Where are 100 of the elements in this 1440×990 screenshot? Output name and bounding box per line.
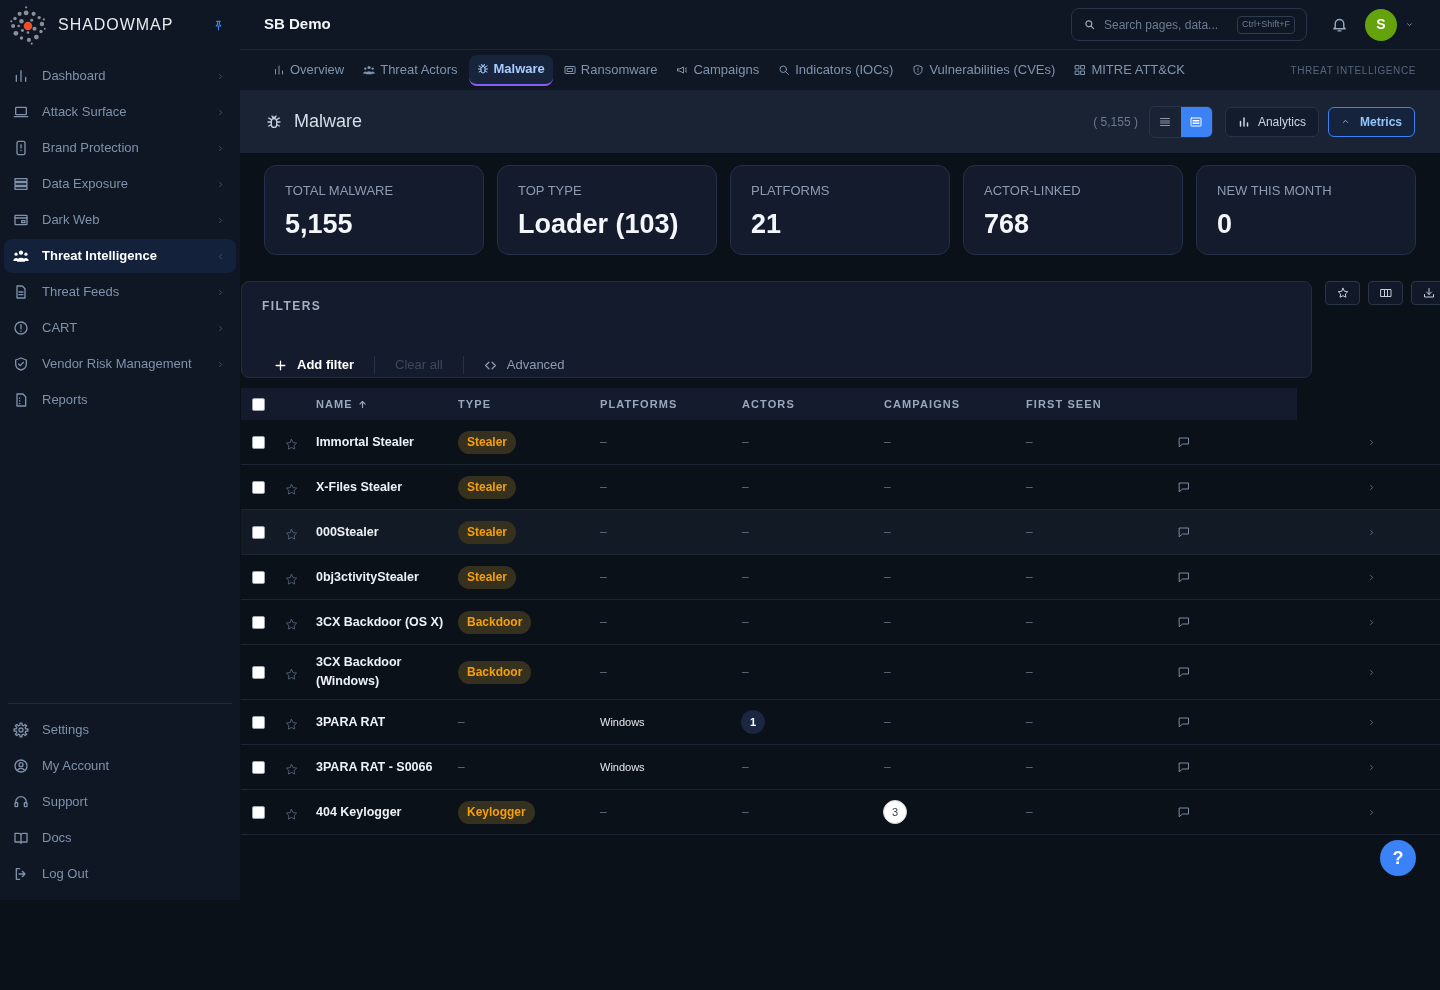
- star-icon[interactable]: [285, 808, 298, 821]
- row-checkbox[interactable]: [252, 665, 265, 679]
- book-icon: [13, 830, 29, 846]
- comment-icon[interactable]: [1178, 666, 1190, 678]
- type-badge: Keylogger: [458, 800, 535, 824]
- sidebar-item[interactable]: CART: [4, 311, 236, 345]
- row-checkbox[interactable]: [252, 525, 265, 539]
- sidebar-link[interactable]: Docs: [4, 821, 236, 855]
- chevron-right-icon[interactable]: [1368, 437, 1375, 447]
- row-checkbox[interactable]: [252, 615, 265, 629]
- card-view-button[interactable]: [1180, 106, 1212, 137]
- malware-name: 000Stealer: [316, 523, 380, 541]
- empty-value: –: [1026, 804, 1033, 821]
- sidebar-item[interactable]: Dashboard: [4, 59, 236, 93]
- empty-value: –: [1026, 434, 1033, 451]
- chevron-right-icon[interactable]: [1368, 717, 1375, 727]
- chevron-right-icon[interactable]: [1368, 807, 1375, 817]
- column-header[interactable]: PLATFORMS: [600, 395, 678, 413]
- help-button[interactable]: ?: [1380, 840, 1416, 876]
- advanced-button[interactable]: Advanced: [471, 352, 577, 378]
- row-checkbox[interactable]: [252, 715, 265, 729]
- star-icon[interactable]: [285, 438, 298, 451]
- chevron-down-icon[interactable]: [1405, 21, 1414, 28]
- sidebar-item[interactable]: Brand Protection: [4, 131, 236, 165]
- chevron-right-icon[interactable]: [1368, 667, 1375, 677]
- favorites-button[interactable]: [1325, 281, 1360, 305]
- type-badge: Stealer: [458, 475, 517, 499]
- comment-icon[interactable]: [1178, 616, 1190, 628]
- select-all-checkbox[interactable]: [252, 397, 265, 411]
- add-filter-button[interactable]: Add filter: [262, 352, 367, 378]
- star-icon[interactable]: [285, 573, 298, 586]
- comment-icon[interactable]: [1178, 481, 1190, 493]
- column-header[interactable]: CAMPAIGNS: [884, 395, 961, 413]
- star-icon[interactable]: [285, 483, 298, 496]
- chevron-right-icon[interactable]: [1368, 482, 1375, 492]
- sidebar-item[interactable]: Vendor Risk Management: [4, 347, 236, 381]
- empty-value: –: [1026, 569, 1033, 586]
- avatar[interactable]: S: [1365, 8, 1397, 41]
- column-header[interactable]: FIRST SEEN: [1026, 395, 1102, 413]
- sidebar-item[interactable]: Dark Web: [4, 203, 236, 237]
- comment-icon[interactable]: [1178, 571, 1190, 583]
- comment-icon[interactable]: [1178, 436, 1190, 448]
- sidebar-link[interactable]: My Account: [4, 749, 236, 783]
- star-icon[interactable]: [285, 718, 298, 731]
- shield-check-icon: [13, 356, 29, 372]
- sidebar-item[interactable]: Data Exposure: [4, 167, 236, 201]
- chevron-right-icon[interactable]: [1368, 617, 1375, 627]
- tab[interactable]: Malware: [468, 54, 553, 86]
- laptop-icon: [13, 104, 29, 120]
- analytics-button[interactable]: Analytics: [1224, 106, 1319, 137]
- sidebar-link[interactable]: Settings: [4, 713, 236, 747]
- export-button[interactable]: [1411, 281, 1440, 305]
- empty-value: –: [1026, 714, 1033, 731]
- column-header[interactable]: TYPE: [458, 395, 492, 413]
- sidebar-item[interactable]: Threat Intelligence: [4, 239, 236, 273]
- sidebar-item[interactable]: Attack Surface: [4, 95, 236, 129]
- star-icon[interactable]: [285, 668, 298, 681]
- empty-value: –: [600, 434, 607, 451]
- column-header[interactable]: NAME: [316, 395, 367, 413]
- metrics-button[interactable]: Metrics: [1327, 106, 1415, 137]
- sidebar-link[interactable]: Log Out: [4, 857, 236, 891]
- star-icon[interactable]: [285, 763, 298, 776]
- chevron-right-icon[interactable]: [1368, 572, 1375, 582]
- star-icon[interactable]: [285, 618, 298, 631]
- columns-button[interactable]: [1368, 281, 1403, 305]
- sidebar-item[interactable]: Threat Feeds: [4, 275, 236, 309]
- malware-name: 404 Keylogger: [316, 803, 403, 821]
- browser-window-icon: [13, 212, 29, 228]
- comment-icon[interactable]: [1178, 761, 1190, 773]
- comment-icon[interactable]: [1178, 716, 1190, 728]
- empty-value: –: [884, 569, 891, 586]
- sidebar-item[interactable]: Reports: [4, 383, 236, 417]
- brand-name: SHADOWMAP: [58, 15, 174, 35]
- row-checkbox[interactable]: [252, 480, 265, 494]
- row-checkbox[interactable]: [252, 570, 265, 584]
- row-checkbox[interactable]: [252, 760, 265, 774]
- tab[interactable]: Campaigns: [668, 54, 768, 86]
- comment-icon[interactable]: [1178, 526, 1190, 538]
- row-checkbox[interactable]: [252, 805, 265, 819]
- bar-chart-icon: [1237, 115, 1250, 128]
- sidebar-link[interactable]: Support: [4, 785, 236, 819]
- tab[interactable]: MITRE ATT&CK: [1066, 54, 1194, 86]
- column-header[interactable]: ACTORS: [742, 395, 795, 413]
- tab[interactable]: Indicators (IOCs): [770, 54, 902, 86]
- metric-label: TOTAL MALWARE: [285, 183, 395, 199]
- table-row[interactable]: 000Stealer Stealer – – – –: [241, 510, 1440, 555]
- star-icon[interactable]: [285, 528, 298, 541]
- chevron-right-icon[interactable]: [1368, 762, 1375, 772]
- empty-value: –: [1026, 614, 1033, 631]
- tab[interactable]: Threat Actors: [355, 54, 466, 86]
- tab[interactable]: Overview: [265, 54, 353, 86]
- chevron-right-icon[interactable]: [1368, 527, 1375, 537]
- comment-icon[interactable]: [1178, 806, 1190, 818]
- metric-label: ACTOR-LINKED: [984, 183, 1082, 199]
- empty-value: –: [884, 714, 891, 731]
- pin-icon[interactable]: [213, 18, 224, 32]
- tab[interactable]: Ransomware: [555, 54, 666, 86]
- row-checkbox[interactable]: [252, 435, 265, 449]
- empty-value: –: [742, 614, 749, 631]
- tab[interactable]: Vulnerabilities (CVEs): [904, 54, 1064, 86]
